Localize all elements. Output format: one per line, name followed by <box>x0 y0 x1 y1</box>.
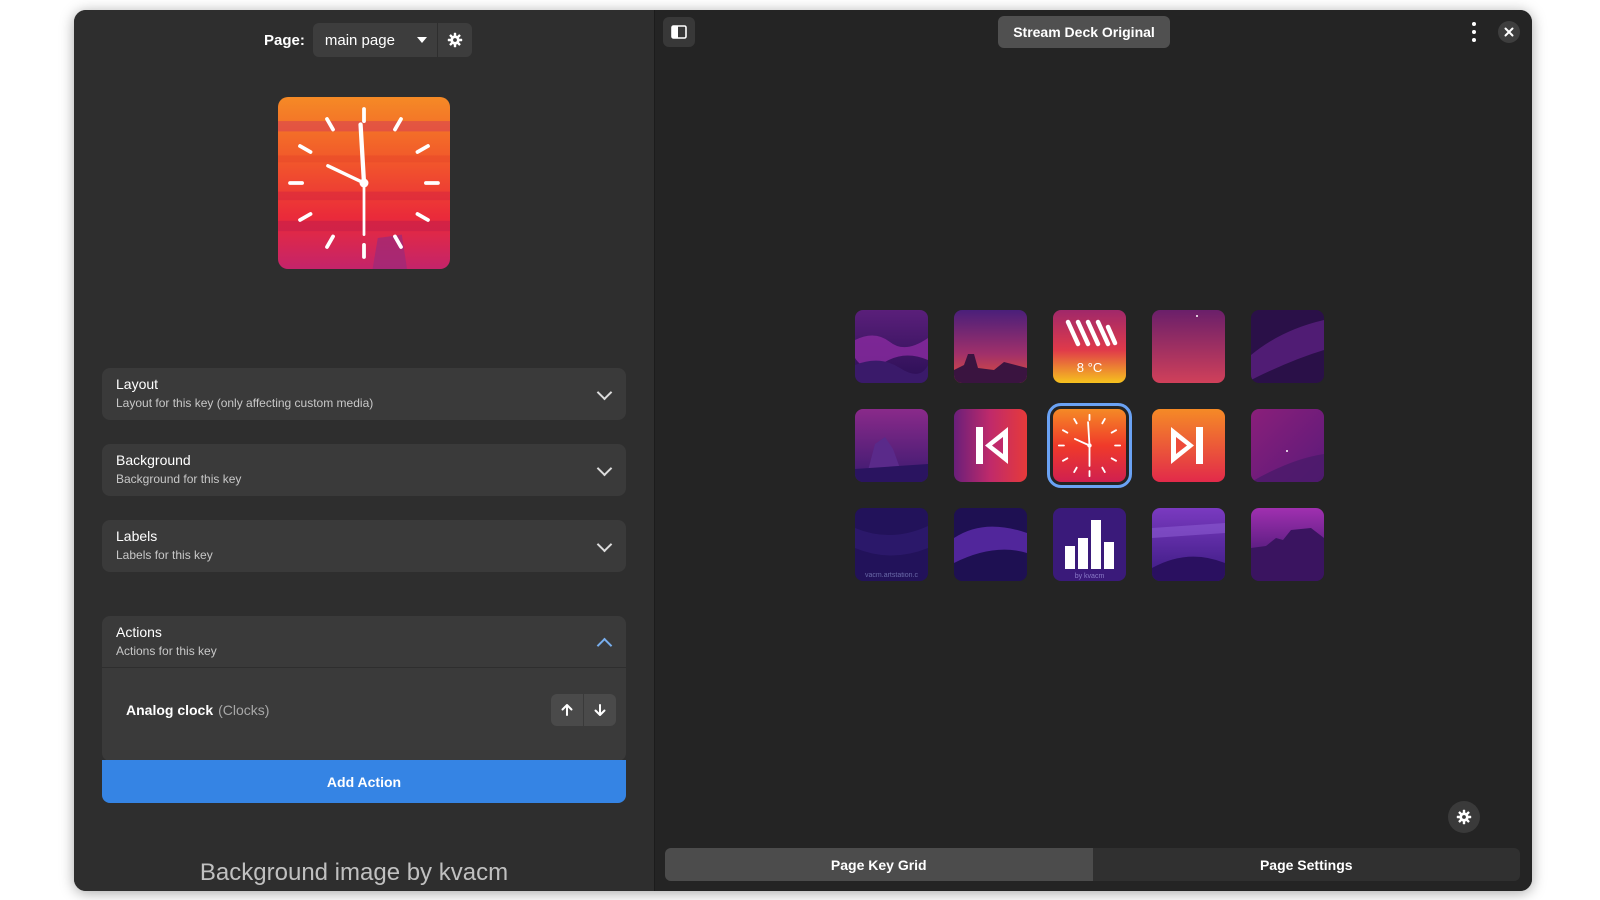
deck-key[interactable] <box>1251 409 1324 482</box>
arrow-down-icon <box>594 704 606 716</box>
sidebar-icon <box>671 25 687 39</box>
move-down-button[interactable] <box>584 694 616 726</box>
tab-page-key-grid[interactable]: Page Key Grid <box>665 848 1093 881</box>
deck-key[interactable] <box>1152 409 1225 482</box>
deck-key[interactable] <box>1152 310 1225 383</box>
key-preview <box>278 97 450 269</box>
deck-key[interactable] <box>954 508 1027 581</box>
purple-clouds-icon <box>855 310 928 383</box>
gear-icon <box>1456 809 1472 825</box>
dropdown-caret-icon <box>416 37 427 43</box>
magenta-sky-icon <box>1251 409 1324 482</box>
labels-expander[interactable]: Labels Labels for this key <box>102 520 626 572</box>
deck-key[interactable]: 8 °C <box>1053 310 1126 383</box>
sidebar-toggle-button[interactable] <box>663 17 695 47</box>
page-dropdown[interactable]: main page <box>312 23 437 57</box>
deck-key[interactable] <box>954 409 1027 482</box>
page-settings-button[interactable] <box>437 23 472 57</box>
add-action-button[interactable]: Add Action <box>102 760 626 803</box>
analog-clock-icon <box>1053 409 1126 482</box>
actions-title: Actions <box>116 624 162 640</box>
main-menu-button[interactable] <box>1471 22 1477 42</box>
tab-page-settings[interactable]: Page Settings <box>1093 848 1521 881</box>
next-track-icon <box>1152 409 1225 482</box>
violet-landscape-icon <box>1152 508 1225 581</box>
layout-title: Layout <box>116 376 159 392</box>
purple-ruins-icon <box>855 409 928 482</box>
dark-purple-icon <box>1251 310 1324 383</box>
action-name: Analog clock <box>126 702 214 718</box>
actions-expander: Actions Actions for this key Analog cloc… <box>102 616 626 761</box>
previous-track-icon <box>954 409 1027 482</box>
deck-key[interactable] <box>1251 508 1324 581</box>
labels-title: Labels <box>116 528 158 544</box>
deck-pane: Stream Deck Original 8 °C vacm.artstatio… <box>655 10 1532 891</box>
layout-subtitle: Layout for this key (only affecting cust… <box>116 396 374 410</box>
page-selector-row: Page: main page <box>264 23 472 57</box>
background-subtitle: Background for this key <box>116 472 242 486</box>
bottom-tab-bar: Page Key Grid Page Settings <box>665 848 1520 881</box>
key-label: 8 °C <box>1076 360 1103 375</box>
action-category: (Clocks) <box>218 702 270 718</box>
labels-subtitle: Labels for this key <box>116 548 213 562</box>
menu-dot-icon <box>1472 38 1476 42</box>
close-icon <box>1504 27 1514 37</box>
analog-clock-preview-icon <box>278 97 450 269</box>
background-expander[interactable]: Background Background for this key <box>102 444 626 496</box>
key-grid: 8 °C vacm.artstation.c by kvacm <box>855 310 1324 581</box>
app-window: Page: main page Layout Layout for this k… <box>74 10 1532 891</box>
action-order-buttons <box>551 694 616 726</box>
key-editor-pane: Page: main page Layout Layout for this k… <box>74 10 655 891</box>
background-credit: Background image by kvacm <box>199 859 509 886</box>
action-row[interactable]: Analog clock (Clocks) <box>102 668 626 752</box>
deck-key[interactable]: vacm.artstation.c <box>855 508 928 581</box>
gear-icon <box>447 32 463 48</box>
deck-key-selected[interactable] <box>1047 403 1132 488</box>
purple-skyline-icon <box>1251 508 1324 581</box>
violet-waves-icon <box>954 508 1027 581</box>
purple-city-icon <box>954 310 1027 383</box>
bar-chart-icon <box>1053 508 1126 581</box>
layout-expander[interactable]: Layout Layout for this key (only affecti… <box>102 368 626 420</box>
pink-sky-icon <box>1152 310 1225 383</box>
deck-key[interactable] <box>954 310 1027 383</box>
close-button[interactable] <box>1498 21 1520 43</box>
deck-key[interactable] <box>855 409 928 482</box>
key-label: by kvacm <box>1074 573 1105 580</box>
deck-key[interactable] <box>1251 310 1324 383</box>
page-dropdown-value: main page <box>324 31 395 49</box>
deck-key[interactable] <box>1152 508 1225 581</box>
actions-header[interactable]: Actions Actions for this key <box>102 616 626 668</box>
deck-key[interactable]: by kvacm <box>1053 508 1126 581</box>
menu-dot-icon <box>1472 22 1476 26</box>
deck-settings-button[interactable] <box>1448 801 1480 833</box>
move-up-button[interactable] <box>551 694 583 726</box>
deck-selector-button[interactable]: Stream Deck Original <box>998 16 1170 48</box>
background-title: Background <box>116 452 191 468</box>
key-label: vacm.artstation.c <box>865 572 918 579</box>
arrow-up-icon <box>561 704 573 716</box>
indigo-night-icon <box>855 508 928 581</box>
menu-dot-icon <box>1472 30 1476 34</box>
deck-key[interactable] <box>855 310 928 383</box>
page-label: Page: <box>264 31 305 49</box>
actions-subtitle: Actions for this key <box>116 644 217 658</box>
